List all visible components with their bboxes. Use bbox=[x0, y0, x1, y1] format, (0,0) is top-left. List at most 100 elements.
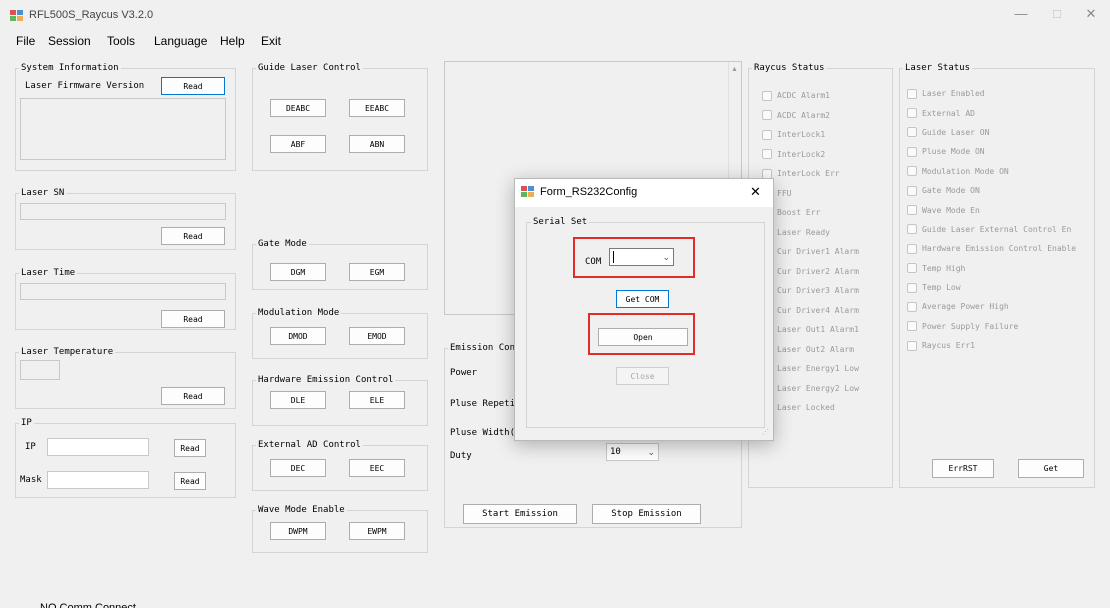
window-title: RFL500S_Raycus V3.2.0 bbox=[29, 9, 154, 21]
ext-ad-title: External AD Control bbox=[256, 440, 363, 450]
laser-status-item: Temp Low bbox=[922, 283, 961, 293]
dialog-close-icon[interactable]: ✕ bbox=[750, 184, 761, 200]
emission-title: Emission Con bbox=[448, 343, 518, 353]
start-emission-button[interactable]: Start Emission bbox=[463, 504, 577, 524]
close-button: Close bbox=[616, 367, 669, 385]
raycus-item: InterLock Err bbox=[777, 169, 840, 179]
mask-label: Mask bbox=[20, 475, 42, 485]
read-sn-button[interactable]: Read bbox=[161, 227, 225, 245]
read-time-button[interactable]: Read bbox=[161, 310, 225, 328]
text-cursor bbox=[613, 251, 614, 263]
laser-sn-title: Laser SN bbox=[19, 188, 67, 198]
laser-status-item: Power Supply Failure bbox=[922, 321, 1019, 331]
menu-session[interactable]: Session bbox=[48, 34, 91, 48]
ip-input[interactable] bbox=[47, 438, 149, 456]
guide-laser-group bbox=[252, 68, 428, 171]
read-ip-button[interactable]: Read bbox=[174, 439, 206, 457]
menu-tools[interactable]: Tools bbox=[107, 34, 135, 48]
laser-temp-field[interactable] bbox=[20, 360, 60, 380]
checkbox[interactable] bbox=[762, 129, 772, 140]
checkbox[interactable] bbox=[907, 301, 917, 312]
checkbox[interactable] bbox=[907, 224, 917, 235]
emod-button[interactable]: EMOD bbox=[349, 327, 405, 345]
menu-language[interactable]: Language bbox=[154, 34, 207, 48]
resize-grip-icon[interactable]: ⋰ bbox=[762, 428, 769, 436]
checkbox[interactable] bbox=[907, 146, 917, 157]
abn-button[interactable]: ABN bbox=[349, 135, 405, 153]
checkbox[interactable] bbox=[907, 166, 917, 177]
status-bar: NO Comm Connect bbox=[0, 598, 1110, 608]
checkbox[interactable] bbox=[907, 282, 917, 293]
laser-time-field[interactable] bbox=[20, 283, 226, 300]
power-label: Power bbox=[450, 368, 478, 378]
ele-button[interactable]: ELE bbox=[349, 391, 405, 409]
abf-button[interactable]: ABF bbox=[270, 135, 326, 153]
checkbox[interactable] bbox=[907, 108, 917, 119]
dmod-button[interactable]: DMOD bbox=[270, 327, 326, 345]
checkbox[interactable] bbox=[907, 321, 917, 332]
pluse-rep-label: Pluse Repeti bbox=[450, 399, 516, 409]
checkbox[interactable] bbox=[907, 205, 917, 216]
title-bar bbox=[0, 0, 1110, 30]
read-mask-button[interactable]: Read bbox=[174, 472, 206, 490]
checkbox[interactable] bbox=[907, 127, 917, 138]
laser-status-item: Modulation Mode ON bbox=[922, 166, 1009, 176]
laser-time-title: Laser Time bbox=[19, 268, 78, 278]
checkbox[interactable] bbox=[907, 263, 917, 274]
checkbox[interactable] bbox=[907, 243, 917, 254]
dle-button[interactable]: DLE bbox=[270, 391, 326, 409]
checkbox[interactable] bbox=[762, 149, 772, 160]
laser-temp-title: Laser Temperature bbox=[19, 347, 116, 357]
mask-input[interactable] bbox=[47, 471, 149, 489]
laser-status-item: Laser Enabled bbox=[922, 89, 985, 99]
laser-status-item: External AD bbox=[922, 108, 975, 118]
eec-button[interactable]: EEC bbox=[349, 459, 405, 477]
hw-emission-title: Hardware Emission Control bbox=[256, 375, 396, 385]
laser-status-title: Laser Status bbox=[903, 63, 973, 73]
raycus-item: ACDC Alarm2 bbox=[777, 110, 830, 120]
raycus-status-list-2: Boost Err Laser Ready Cur Driver1 Alarm … bbox=[777, 203, 893, 418]
ip-label: IP bbox=[25, 442, 36, 452]
get-button[interactable]: Get bbox=[1018, 459, 1084, 478]
checkbox[interactable] bbox=[907, 340, 917, 351]
minimize-icon[interactable]: — bbox=[1010, 6, 1032, 24]
menu-help[interactable]: Help bbox=[220, 34, 245, 48]
errrst-button[interactable]: ErrRST bbox=[932, 459, 994, 478]
laser-status-item: Gate Mode ON bbox=[922, 186, 980, 196]
scroll-up-icon[interactable]: ▲ bbox=[731, 66, 738, 73]
status-text: NO Comm Connect bbox=[40, 602, 136, 608]
app-icon bbox=[10, 10, 24, 21]
com-select[interactable]: ⌄ bbox=[609, 248, 674, 266]
dwpm-button[interactable]: DWPM bbox=[270, 522, 326, 540]
checkbox[interactable] bbox=[907, 185, 917, 196]
close-icon[interactable]: ✕ bbox=[1080, 6, 1102, 24]
raycus-item: InterLock1 bbox=[777, 130, 826, 140]
deabc-button[interactable]: DEABC bbox=[270, 99, 326, 117]
dec-button[interactable]: DEC bbox=[270, 459, 326, 477]
com-label: COM bbox=[585, 257, 602, 267]
stop-emission-button[interactable]: Stop Emission bbox=[592, 504, 701, 524]
checkbox[interactable] bbox=[907, 88, 917, 99]
raycus-item: Cur Driver1 Alarm bbox=[777, 247, 859, 257]
maximize-icon[interactable]: □ bbox=[1046, 6, 1068, 24]
menu-file[interactable]: File bbox=[16, 34, 35, 48]
egm-button[interactable]: EGM bbox=[349, 263, 405, 281]
laser-sn-field[interactable] bbox=[20, 203, 226, 220]
ip-title: IP bbox=[19, 418, 34, 428]
raycus-item: Laser Out1 Alarm1 bbox=[777, 325, 859, 335]
laser-status-item: Hardware Emission Control Enable bbox=[922, 244, 1077, 254]
duty-select[interactable]: 10 ⌄ bbox=[606, 443, 659, 461]
laser-status-item: Average Power High bbox=[922, 302, 1009, 312]
dgm-button[interactable]: DGM bbox=[270, 263, 326, 281]
menu-exit[interactable]: Exit bbox=[261, 34, 281, 48]
read-temp-button[interactable]: Read bbox=[161, 387, 225, 405]
checkbox[interactable] bbox=[762, 110, 772, 121]
checkbox[interactable] bbox=[762, 90, 772, 101]
chevron-down-icon: ⌄ bbox=[662, 251, 670, 262]
chevron-down-icon: ⌄ bbox=[647, 446, 655, 457]
eeabc-button[interactable]: EEABC bbox=[349, 99, 405, 117]
get-com-button[interactable]: Get COM bbox=[616, 290, 669, 308]
ewpm-button[interactable]: EWPM bbox=[349, 522, 405, 540]
read-firmware-button[interactable]: Read bbox=[161, 77, 225, 95]
open-button[interactable]: Open bbox=[598, 328, 688, 346]
